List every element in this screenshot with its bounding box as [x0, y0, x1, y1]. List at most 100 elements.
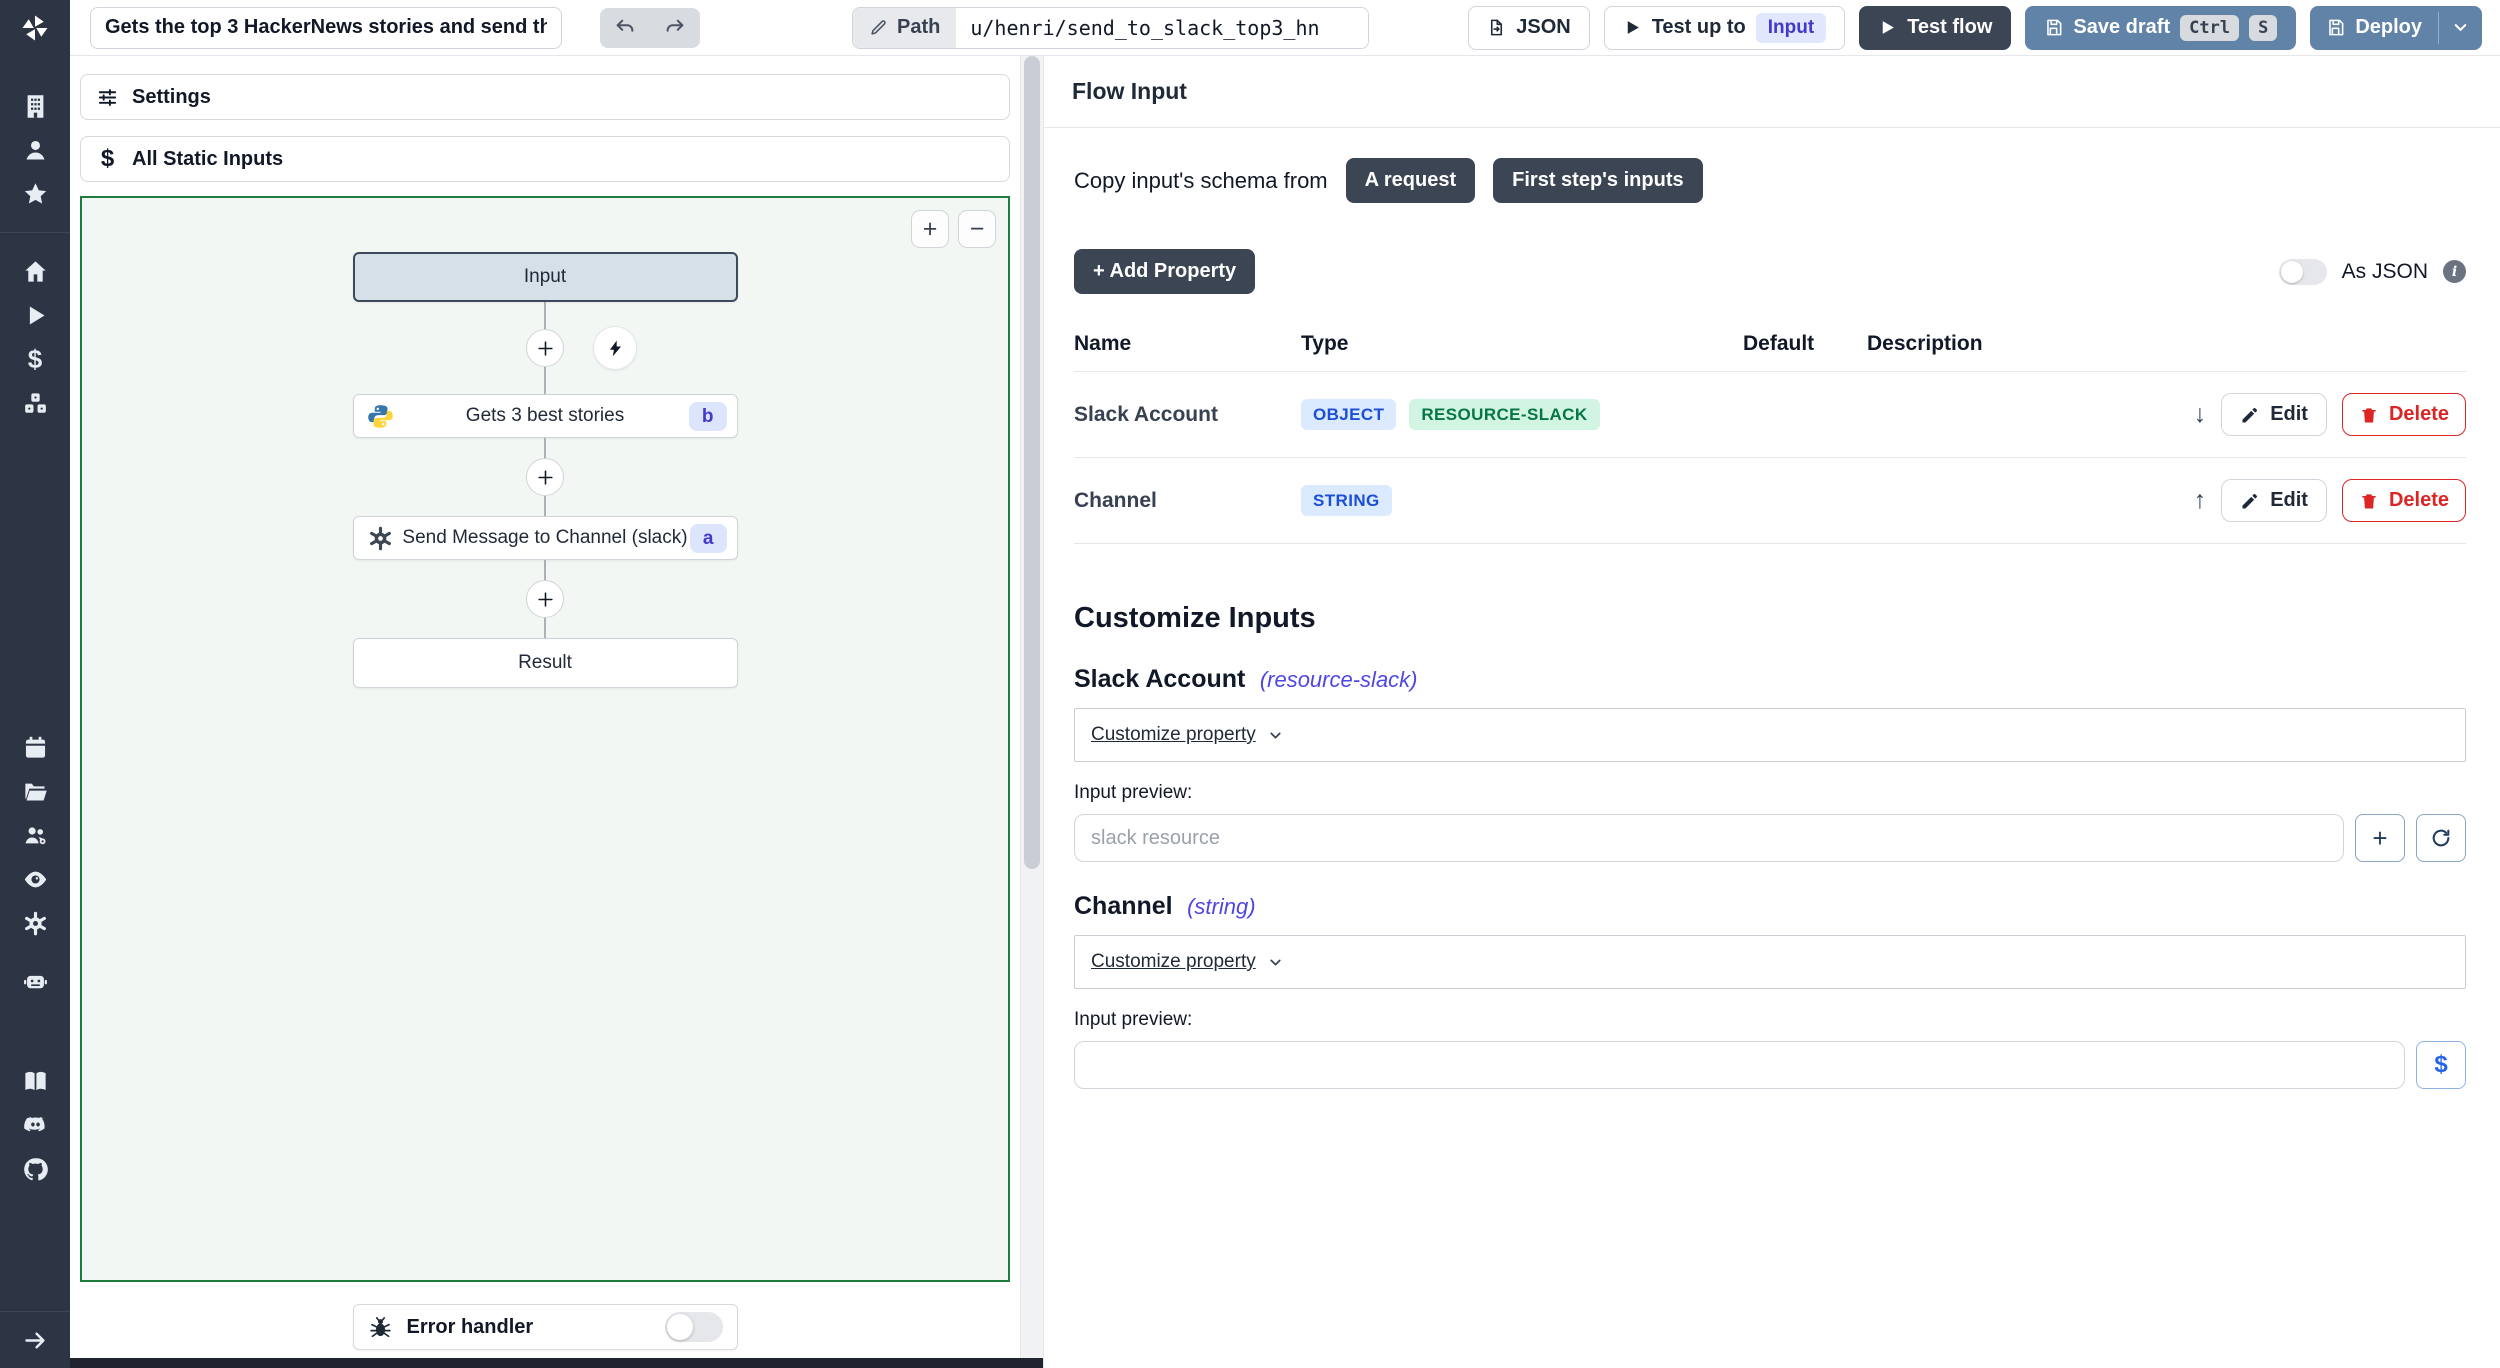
path-label[interactable]: Path: [853, 7, 957, 48]
scrollbar-thumb[interactable]: [1024, 56, 1040, 870]
flow-canvas[interactable]: + − Input Gets 3 best stories b Send Mes…: [80, 196, 1010, 1282]
slack-account-preview-input[interactable]: [1074, 814, 2344, 862]
as-json-toggle[interactable]: [2278, 258, 2327, 285]
python-icon: [367, 404, 393, 428]
delete-property-button[interactable]: Delete: [2341, 479, 2466, 522]
play-icon: [1627, 21, 1639, 34]
node-step-b[interactable]: Gets 3 best stories b: [352, 394, 738, 438]
sidebar-item-runs[interactable]: [0, 293, 70, 337]
sidebar-item-discord[interactable]: [0, 1103, 70, 1147]
test-flow-button[interactable]: Test flow: [1859, 5, 2012, 50]
save-draft-button[interactable]: Save draft Ctrl S: [2025, 5, 2297, 50]
sidebar-item-settings[interactable]: [0, 901, 70, 945]
sidebar-item-docs[interactable]: [0, 1059, 70, 1103]
kbd-ctrl: Ctrl: [2180, 14, 2240, 41]
refresh-icon: [2432, 829, 2450, 847]
flow-graph: Input Gets 3 best stories b Send Message…: [352, 252, 738, 688]
node-result[interactable]: Result: [352, 638, 738, 688]
trigger-button[interactable]: [593, 326, 637, 370]
channel-preview-input[interactable]: [1074, 1041, 2405, 1089]
bug-icon: [369, 1316, 391, 1337]
add-step-button[interactable]: [526, 458, 564, 496]
add-property-button[interactable]: + Add Property: [1074, 249, 1256, 294]
error-handler-toggle[interactable]: [664, 1312, 723, 1342]
pencil-icon: [871, 20, 886, 35]
gear-icon: [24, 911, 46, 935]
add-resource-button[interactable]: +: [2355, 814, 2405, 862]
dollar-icon: $: [27, 343, 43, 374]
add-step-button[interactable]: [526, 580, 564, 618]
as-json-label: As JSON: [2341, 259, 2428, 283]
error-handler-node[interactable]: Error handler: [352, 1304, 738, 1350]
zoom-in-button[interactable]: +: [911, 210, 949, 248]
customize-property-toggle[interactable]: Customize property: [1074, 935, 2466, 989]
sidebar-item-ai[interactable]: [0, 959, 70, 1003]
redo-button[interactable]: [650, 8, 700, 48]
undo-redo-group: [600, 7, 700, 48]
sidebar-item-user[interactable]: [0, 128, 70, 172]
sidebar-item-groups[interactable]: [0, 813, 70, 857]
redo-icon: [666, 19, 684, 32]
panel-title: Flow Input: [1044, 56, 2500, 128]
deploy-caret-button[interactable]: [2439, 6, 2482, 50]
delete-property-button[interactable]: Delete: [2341, 393, 2466, 436]
node-step-a[interactable]: Send Message to Channel (slack) a: [352, 516, 738, 560]
trash-icon: [2362, 407, 2376, 422]
column-header-type: Type: [1301, 332, 1349, 355]
edit-property-button[interactable]: Edit: [2221, 393, 2327, 436]
all-static-inputs-card[interactable]: $ All Static Inputs: [80, 136, 1010, 182]
node-input[interactable]: Input: [352, 252, 738, 302]
connector: [526, 560, 564, 638]
step-id-badge: a: [689, 523, 727, 553]
plus-icon: [537, 469, 553, 485]
sidebar-item-home[interactable]: [0, 249, 70, 293]
sidebar-item-variables[interactable]: $: [0, 337, 70, 381]
test-up-to-button[interactable]: Test up to Input: [1603, 5, 1846, 50]
refresh-button[interactable]: [2416, 814, 2466, 862]
sidebar-item-github[interactable]: [0, 1147, 70, 1191]
book-icon: [24, 1071, 46, 1090]
play-icon: [1882, 21, 1895, 34]
table-row: Slack Account OBJECT RESOURCE-SLACK ↓ Ed…: [1074, 372, 2466, 458]
sidebar-item-audit[interactable]: [0, 857, 70, 901]
app-shell: $ Gets the top 3 HackerNews stories and …: [0, 0, 2500, 1368]
flow-title-input[interactable]: [90, 6, 562, 49]
property-name: Channel: [1074, 488, 1157, 512]
customize-property-toggle[interactable]: Customize property: [1074, 708, 2466, 762]
type-badge: OBJECT: [1301, 399, 1397, 430]
copy-from-request-button[interactable]: A request: [1345, 158, 1476, 203]
undo-button[interactable]: [600, 8, 650, 48]
star-icon: [24, 182, 46, 204]
topbar: Path JSON Test up to Input Test flow Sav…: [70, 0, 2500, 56]
json-button[interactable]: JSON: [1468, 5, 1590, 50]
sidebar-item-workspace[interactable]: [0, 84, 70, 128]
info-icon[interactable]: i: [2443, 260, 2466, 283]
move-down-button[interactable]: ↓: [2194, 402, 2207, 427]
plus-icon: [537, 340, 553, 356]
path-group: Path: [852, 6, 1370, 49]
zoom-out-button[interactable]: −: [958, 210, 996, 248]
calendar-icon: [25, 736, 45, 758]
sidebar-item-schedules[interactable]: [0, 725, 70, 769]
copy-from-first-step-button[interactable]: First step's inputs: [1493, 158, 1703, 203]
sidebar-item-folders[interactable]: [0, 769, 70, 813]
export-json-icon: [1491, 19, 1503, 36]
sidebar-expand[interactable]: [0, 1312, 70, 1368]
edit-property-button[interactable]: Edit: [2221, 479, 2327, 522]
copy-schema-label: Copy input's schema from: [1074, 167, 1328, 193]
add-step-button[interactable]: [526, 329, 564, 367]
user-icon: [26, 140, 44, 159]
insert-variable-button[interactable]: $: [2416, 1041, 2466, 1089]
deploy-button[interactable]: Deploy: [2310, 6, 2438, 50]
robot-icon: [23, 975, 47, 988]
users-gear-icon: [25, 826, 46, 844]
flow-settings-card[interactable]: Settings: [80, 74, 1010, 120]
sidebar-item-favorites[interactable]: [0, 172, 70, 216]
path-input[interactable]: [956, 7, 1369, 48]
arrow-right-icon: [24, 1332, 45, 1348]
windmill-logo[interactable]: [0, 0, 70, 56]
flow-input-panel: Flow Input Copy input's schema from A re…: [1043, 56, 2500, 1368]
sidebar-item-resources[interactable]: [0, 381, 70, 425]
connector: [526, 438, 564, 516]
move-up-button[interactable]: ↑: [2194, 488, 2207, 513]
